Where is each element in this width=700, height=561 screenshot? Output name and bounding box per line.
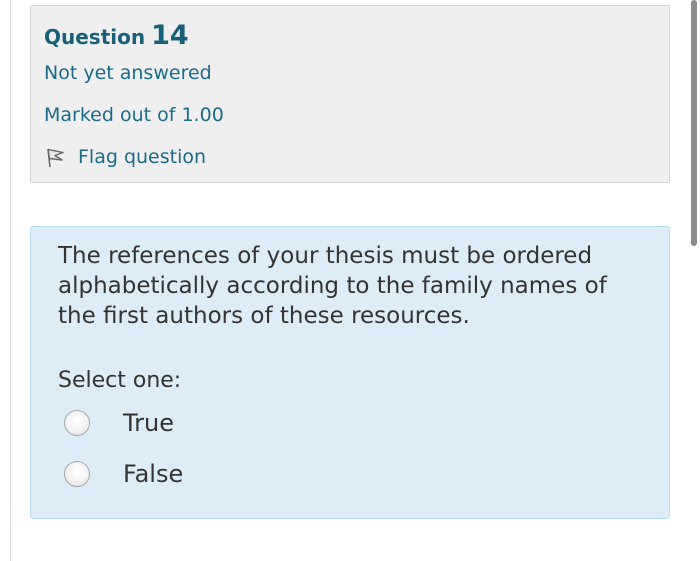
question-heading: Question 14 [44, 20, 189, 51]
page-left-border [10, 0, 11, 561]
radio-button-false[interactable] [64, 461, 90, 487]
answer-label-true[interactable]: True [123, 409, 174, 437]
question-grade: Marked out of 1.00 [44, 104, 224, 126]
flag-question-label: Flag question [78, 146, 207, 168]
question-info-panel: Question 14 Not yet answered Marked out o… [30, 5, 670, 183]
flag-question-link[interactable]: Flag question [44, 142, 206, 172]
question-text: The references of your thesis must be or… [58, 243, 607, 329]
question-content-panel: The references of your thesis must be or… [30, 226, 670, 519]
answer-label-false[interactable]: False [123, 460, 183, 488]
vertical-scrollbar[interactable] [688, 0, 700, 561]
question-number: 14 [151, 20, 189, 51]
flag-icon [44, 145, 68, 169]
answer-prompt: Select one: [58, 368, 182, 393]
answer-option-true[interactable]: True [64, 407, 174, 439]
question-state: Not yet answered [44, 62, 212, 84]
scrollbar-thumb[interactable] [691, 0, 697, 246]
question-label: Question [44, 25, 146, 49]
radio-button-true[interactable] [64, 410, 90, 436]
answer-option-false[interactable]: False [64, 458, 183, 490]
